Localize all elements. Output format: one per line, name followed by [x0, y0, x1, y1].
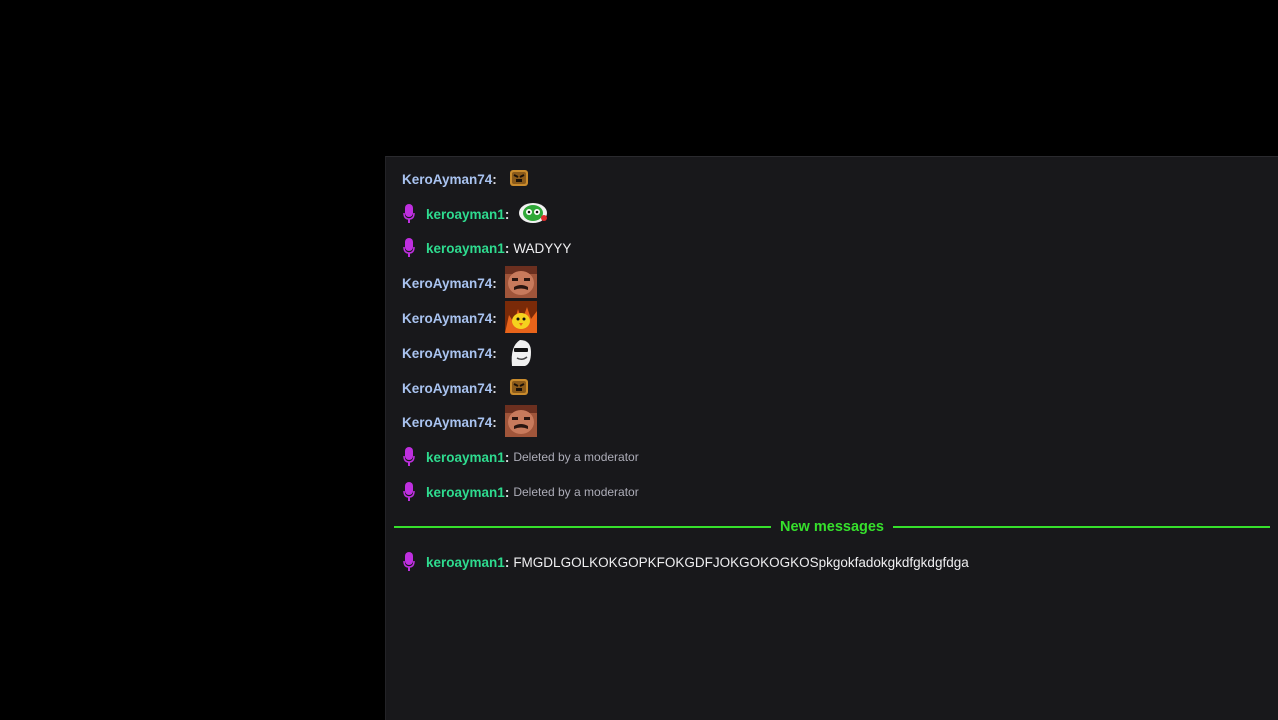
username[interactable]: KeroAyman74: [402, 172, 492, 187]
face-emote[interactable]: [504, 404, 537, 440]
separator: :: [492, 171, 497, 187]
username[interactable]: KeroAyman74: [402, 346, 492, 361]
separator: :: [504, 554, 510, 570]
chat-message: KeroAyman74:: [402, 371, 529, 405]
username[interactable]: KeroAyman74: [402, 415, 492, 430]
message-text: WADYYY: [513, 240, 572, 256]
new-messages-divider[interactable]: New messages: [394, 515, 1271, 539]
white-ghost-emote[interactable]: [505, 336, 535, 371]
username[interactable]: keroayman1: [426, 485, 505, 500]
username[interactable]: KeroAyman74: [402, 276, 492, 291]
chat-message: keroayman1:: [402, 197, 549, 231]
chat-message: KeroAyman74:: [402, 336, 535, 370]
microphone-icon[interactable]: [402, 447, 416, 467]
chat-message: KeroAyman74:: [402, 265, 537, 301]
chat-message: keroayman1: FMGDLGOLKOKGOPKFOKGDFJOKGOKO…: [402, 545, 969, 579]
username[interactable]: keroayman1: [426, 207, 505, 222]
separator: :: [504, 206, 510, 222]
separator: :: [504, 484, 510, 500]
separator: :: [492, 414, 497, 430]
deleted-message-notice[interactable]: Deleted by a moderator: [513, 450, 638, 464]
username[interactable]: KeroAyman74: [402, 311, 492, 326]
divider-line: [394, 526, 772, 528]
chat-panel: KeroAyman74: keroayman1: keroayman1: WA…: [385, 156, 1278, 720]
new-messages-label: New messages: [780, 519, 884, 535]
separator: :: [492, 380, 497, 396]
username[interactable]: keroayman1: [426, 555, 505, 570]
chat-message: KeroAyman74:: [402, 404, 537, 440]
username[interactable]: keroayman1: [426, 241, 505, 256]
separator: :: [492, 345, 497, 361]
fire-chicken-emote[interactable]: [504, 300, 537, 336]
bear-emote[interactable]: [509, 378, 529, 399]
chat-message: keroayman1: WADYYY: [402, 231, 571, 265]
chat-message: keroayman1: Deleted by a moderator: [402, 440, 639, 474]
separator: :: [492, 310, 497, 326]
message-text: FMGDLGOLKOKGOPKFOKGDFJOKGOKOGKOSpkgokfad…: [513, 554, 969, 570]
green-blob-emote[interactable]: [517, 201, 549, 228]
chat-message: keroayman1: Deleted by a moderator: [402, 475, 639, 509]
microphone-icon[interactable]: [402, 482, 416, 502]
chat-message: KeroAyman74:: [402, 162, 529, 196]
separator: :: [504, 449, 510, 465]
separator: :: [504, 240, 510, 256]
divider-line: [893, 526, 1271, 528]
face-emote[interactable]: [504, 265, 537, 301]
username[interactable]: KeroAyman74: [402, 381, 492, 396]
microphone-icon[interactable]: [402, 204, 416, 224]
separator: :: [492, 275, 497, 291]
deleted-message-notice[interactable]: Deleted by a moderator: [513, 485, 638, 499]
bear-emote[interactable]: [509, 169, 529, 190]
chat-message: KeroAyman74:: [402, 300, 537, 336]
microphone-icon[interactable]: [402, 238, 416, 258]
username[interactable]: keroayman1: [426, 450, 505, 465]
microphone-icon[interactable]: [402, 552, 416, 572]
